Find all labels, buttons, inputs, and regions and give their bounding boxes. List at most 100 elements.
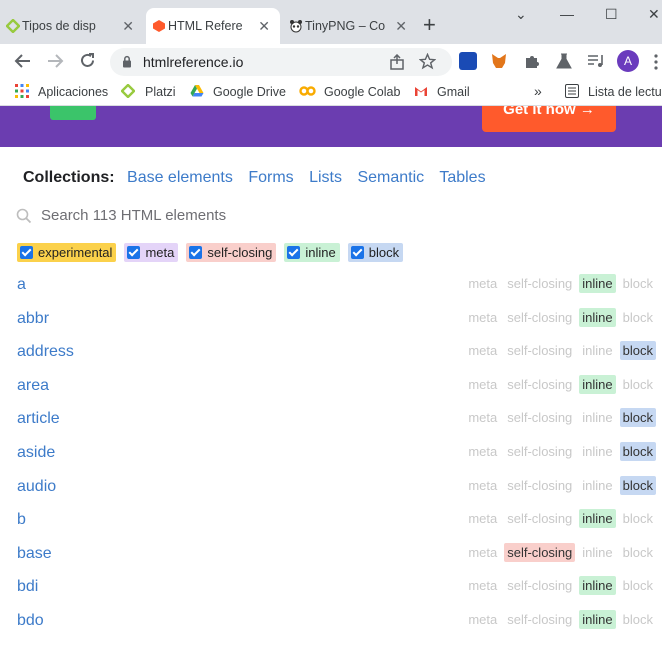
promo-banner: Get it now →	[0, 106, 662, 147]
list-item[interactable]: aside meta self-closing inline block	[0, 441, 662, 478]
tab-tipos[interactable]: Tipos de disp ✕	[0, 8, 144, 44]
extension-icon[interactable]	[459, 52, 477, 70]
badge-inline: inline	[579, 374, 616, 394]
checkbox-checked-icon[interactable]	[189, 246, 203, 259]
badge-block: block	[619, 475, 656, 495]
element-badges: meta self-closing inline block	[465, 341, 656, 361]
checkbox-checked-icon[interactable]	[20, 246, 33, 259]
element-name-link[interactable]: bdi	[17, 578, 38, 596]
list-item[interactable]: b meta self-closing inline block	[0, 509, 662, 545]
list-item[interactable]: bdo meta self-closing inline block	[0, 609, 662, 646]
bookmark-google-colab[interactable]: Google Colab	[324, 85, 400, 99]
bookmark-google-drive[interactable]: Google Drive	[213, 85, 286, 99]
badge-meta: meta	[468, 410, 498, 426]
element-name-link[interactable]: a	[17, 276, 26, 294]
checkbox-checked-icon[interactable]	[287, 246, 301, 259]
badge-self: self-closing	[507, 611, 573, 627]
badge-inline: inline	[579, 576, 616, 596]
element-name-link[interactable]: aside	[17, 444, 55, 462]
list-item[interactable]: abbr meta self-closing inline block	[0, 307, 662, 344]
badge-meta: meta	[468, 477, 498, 493]
forward-icon[interactable]	[46, 53, 64, 69]
close-icon[interactable]: ✕	[122, 18, 134, 35]
platzi-icon	[121, 84, 135, 98]
reload-icon[interactable]	[79, 52, 96, 69]
search-input[interactable]: Search 113 HTML elements	[41, 207, 226, 224]
back-icon[interactable]	[14, 53, 32, 69]
gmail-icon	[415, 87, 427, 96]
list-item[interactable]: audio meta self-closing inline block	[0, 475, 662, 512]
tab-search-icon[interactable]: ⌄	[515, 6, 527, 23]
filter-self-closing[interactable]: self-closing	[186, 243, 277, 262]
badge-inline: inline	[582, 410, 613, 426]
bookmark-gmail[interactable]: Gmail	[437, 85, 470, 99]
maximize-button[interactable]: ☐	[605, 6, 618, 23]
more-bookmarks-icon[interactable]: »	[534, 83, 542, 99]
share-icon[interactable]	[389, 54, 405, 70]
star-icon[interactable]	[419, 53, 436, 70]
url-text: htmlreference.io	[143, 54, 244, 70]
list-item[interactable]: bdi meta self-closing inline block	[0, 576, 662, 612]
address-bar[interactable]: htmlreference.io	[110, 48, 452, 76]
element-name-link[interactable]: area	[17, 377, 49, 395]
collection-link-forms[interactable]: Forms	[248, 169, 293, 186]
badge-inline: inline	[582, 343, 613, 359]
element-name-link[interactable]: article	[17, 410, 60, 428]
checkbox-checked-icon[interactable]	[127, 246, 141, 259]
element-list: a meta self-closing inline block abbr meta self…	[0, 274, 662, 646]
collection-link-semantic[interactable]: Semantic	[357, 169, 424, 186]
puzzle-icon[interactable]	[523, 52, 541, 70]
close-icon[interactable]: ✕	[258, 18, 270, 35]
element-name-link[interactable]: abbr	[17, 310, 49, 328]
list-item[interactable]: a meta self-closing inline block	[0, 274, 662, 310]
element-badges: meta self-closing inline block	[465, 576, 656, 596]
filter-experimental[interactable]: experimental	[17, 243, 117, 262]
badge-block: block	[622, 376, 653, 392]
close-icon[interactable]: ✕	[395, 18, 407, 35]
reading-list-icon	[565, 84, 579, 98]
bookmark-platzi[interactable]: Platzi	[145, 85, 176, 99]
list-item[interactable]: address meta self-closing inline block	[0, 341, 662, 377]
minimize-button[interactable]: —	[560, 6, 574, 22]
badge-block: block	[622, 611, 653, 627]
element-name-link[interactable]: bdo	[17, 612, 44, 630]
filter-meta[interactable]: meta	[124, 243, 179, 262]
filter-block[interactable]: block	[347, 243, 404, 262]
badge-block: block	[619, 408, 656, 428]
media-icon[interactable]	[586, 52, 604, 70]
collection-link-lists[interactable]: Lists	[309, 169, 342, 186]
badge-self: self-closing	[507, 343, 573, 359]
avatar[interactable]: A	[617, 50, 639, 72]
element-name-link[interactable]: base	[17, 545, 52, 563]
badge-meta: meta	[468, 611, 498, 627]
new-tab-button[interactable]: +	[423, 14, 436, 36]
tab-label: HTML Refere	[168, 19, 243, 33]
reading-list[interactable]: Lista de lectura	[588, 85, 662, 99]
element-name-link[interactable]: address	[17, 343, 74, 361]
search-field[interactable]: Search 113 HTML elements	[16, 207, 636, 227]
metamask-icon[interactable]	[490, 52, 508, 70]
tab-tinypng[interactable]: TinyPNG – Co ✕	[283, 8, 417, 44]
filter-inline[interactable]: inline	[284, 243, 340, 262]
element-badges: meta self-closing inline block	[465, 475, 656, 495]
menu-icon[interactable]	[654, 54, 658, 70]
collection-link-tables[interactable]: Tables	[439, 169, 485, 186]
list-item[interactable]: area meta self-closing inline block	[0, 374, 662, 411]
flask-icon[interactable]	[555, 52, 573, 70]
filter-label: inline	[305, 245, 336, 260]
element-name-link[interactable]: b	[17, 511, 26, 529]
tab-html-reference[interactable]: HTML Refere ✕	[146, 8, 280, 44]
list-item[interactable]: article meta self-closing inline block	[0, 408, 662, 444]
badge-inline: inline	[582, 544, 613, 560]
badge-self: self-closing	[507, 578, 573, 594]
collection-link-base-elements[interactable]: Base elements	[127, 169, 233, 186]
tab-label: Tipos de disp	[22, 19, 96, 33]
element-name-link[interactable]: audio	[17, 478, 56, 496]
list-item[interactable]: base meta self-closing inline block	[0, 542, 662, 579]
checkbox-checked-icon[interactable]	[350, 246, 364, 259]
bookmark-aplicaciones[interactable]: Aplicaciones	[38, 85, 108, 99]
badge-self: self-closing	[507, 309, 573, 325]
promo-cta-button[interactable]: Get it now →	[482, 106, 616, 132]
close-window-button[interactable]: ✕	[648, 6, 660, 23]
badge-meta: meta	[468, 443, 498, 459]
